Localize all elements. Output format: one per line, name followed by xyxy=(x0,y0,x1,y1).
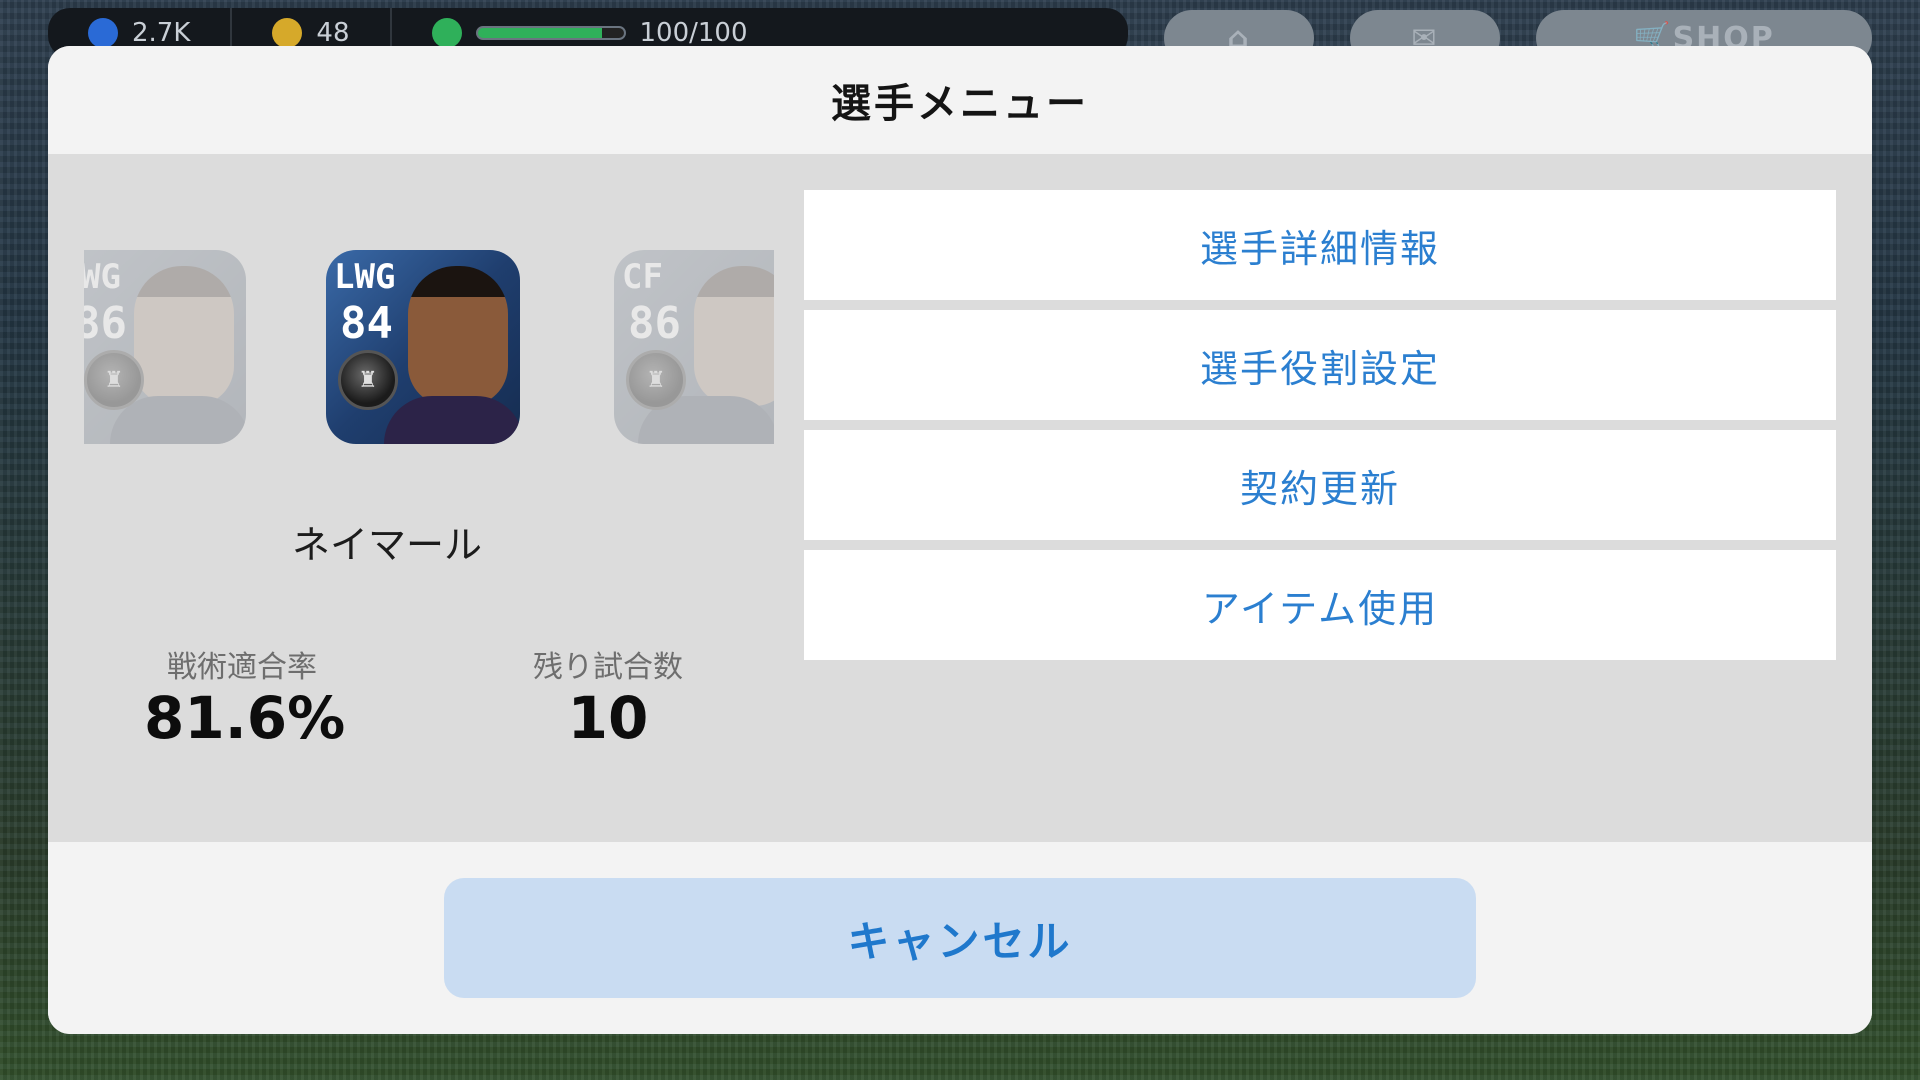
coin-value: 48 xyxy=(316,18,350,48)
player-carousel: WG 86 ♜ LWG 84 ♜ CF 86 ♜ xyxy=(84,250,774,444)
player-role-settings-button[interactable]: 選手役割設定 xyxy=(804,310,1836,420)
tactic-fit-value: 81.6% xyxy=(144,684,346,752)
contract-renewal-button[interactable]: 契約更新 xyxy=(804,430,1836,540)
stamina-value: 100/100 xyxy=(639,18,748,48)
player-menu-modal: 選手メニュー WG 86 ♜ LWG 84 ♜ CF 86 ♜ ネイマール 戦術… xyxy=(48,46,1872,1034)
player-action-menu: 選手詳細情報 選手役割設定 契約更新 アイテム使用 xyxy=(804,190,1836,670)
prev-player-position: WG xyxy=(84,257,121,297)
team-badge-icon: ♜ xyxy=(84,350,144,410)
gp-value: 2.7K xyxy=(132,18,191,48)
player-face xyxy=(694,266,774,406)
modal-body: WG 86 ♜ LWG 84 ♜ CF 86 ♜ ネイマール 戦術適合率 81.… xyxy=(48,154,1872,842)
prev-player-card[interactable]: WG 86 ♜ xyxy=(84,250,246,444)
current-player-overall: 84 xyxy=(340,298,393,349)
next-player-card[interactable]: CF 86 ♜ xyxy=(614,250,774,444)
team-badge-icon: ♜ xyxy=(338,350,398,410)
team-badge-icon: ♜ xyxy=(626,350,686,410)
prev-player-overall: 86 xyxy=(84,298,127,349)
remaining-matches-label: 残り試合数 xyxy=(533,650,683,685)
next-player-overall: 86 xyxy=(628,298,681,349)
current-player-position: LWG xyxy=(334,257,396,297)
modal-header: 選手メニュー xyxy=(48,46,1872,154)
stamina-bar xyxy=(475,26,626,40)
tactic-fit-label: 戦術適合率 xyxy=(167,650,317,685)
player-details-button[interactable]: 選手詳細情報 xyxy=(804,190,1836,300)
use-item-button[interactable]: アイテム使用 xyxy=(804,550,1836,660)
remaining-matches-value: 10 xyxy=(567,684,649,752)
cancel-button[interactable]: キャンセル xyxy=(444,878,1476,998)
current-player-card[interactable]: LWG 84 ♜ xyxy=(326,250,520,444)
player-name: ネイマール xyxy=(291,523,482,567)
next-player-position: CF xyxy=(622,257,663,297)
modal-title: 選手メニュー xyxy=(831,81,1089,127)
player-face xyxy=(134,266,234,406)
gp-icon xyxy=(88,18,118,48)
player-face xyxy=(408,266,508,406)
player-shirt xyxy=(384,396,520,444)
coin-icon xyxy=(272,18,303,48)
modal-footer: キャンセル xyxy=(48,842,1872,1034)
stamina-icon xyxy=(431,18,462,48)
